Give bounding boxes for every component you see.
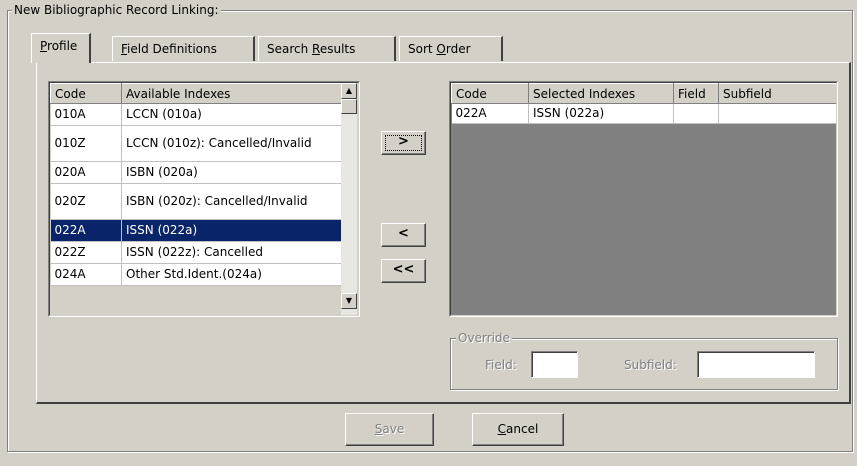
- selected-field-cell: [673, 103, 719, 124]
- index-code: 010Z: [50, 125, 122, 162]
- selected-indexes-list[interactable]: Code Selected Indexes Field Subfield 022…: [449, 81, 838, 317]
- column-header-available-indexes[interactable]: Available Indexes: [121, 83, 342, 104]
- group-title: New Bibliographic Record Linking:: [12, 3, 221, 17]
- index-name: ISSN (022a): [121, 219, 342, 242]
- index-name: LCCN (010a): [121, 103, 342, 126]
- cancel-button[interactable]: Cancel: [472, 413, 564, 446]
- available-indexes-list[interactable]: Code Available Indexes 010A LCCN (010a) 01…: [48, 81, 360, 317]
- list-item[interactable]: 020A ISBN (020a): [50, 161, 342, 184]
- index-name: Other Std.Ident.(024a): [121, 263, 342, 286]
- index-code: 024A: [50, 263, 122, 286]
- column-header-subfield[interactable]: Subfield: [718, 83, 836, 104]
- add-index-button[interactable]: >: [381, 131, 426, 155]
- tab-search-results[interactable]: Search Results: [258, 36, 396, 61]
- list-item[interactable]: 010A LCCN (010a): [50, 103, 342, 126]
- scroll-up-icon[interactable]: ▲: [341, 83, 357, 99]
- override-field-label: Field:: [485, 358, 517, 372]
- selected-indexes-table: Code Selected Indexes Field Subfield 022…: [451, 83, 836, 124]
- index-name: ISBN (020z): Cancelled/Invalid: [121, 183, 342, 220]
- index-code: 022A: [50, 219, 122, 242]
- save-button[interactable]: Save: [345, 413, 434, 446]
- column-header-field[interactable]: Field: [673, 83, 719, 104]
- selected-code-cell: 022A: [451, 103, 529, 124]
- list-item[interactable]: 022Z ISSN (022z): Cancelled: [50, 241, 342, 264]
- tab-sort-order[interactable]: Sort Order: [399, 36, 503, 61]
- index-code: 010A: [50, 103, 122, 126]
- scroll-thumb[interactable]: [341, 99, 357, 114]
- selected-index-cell: ISSN (022a): [528, 103, 674, 124]
- column-header-selected-indexes[interactable]: Selected Indexes: [528, 83, 674, 104]
- index-code: 020Z: [50, 183, 122, 220]
- available-indexes-table: Code Available Indexes 010A LCCN (010a) 01…: [50, 83, 342, 286]
- column-header-code[interactable]: Code: [451, 83, 529, 104]
- list-item[interactable]: 022A ISSN (022a): [50, 219, 342, 242]
- list-item[interactable]: 020Z ISBN (020z): Cancelled/Invalid: [50, 183, 342, 220]
- list-item[interactable]: 010Z LCCN (010z): Cancelled/Invalid: [50, 125, 342, 162]
- index-code: 022Z: [50, 241, 122, 264]
- override-field-input[interactable]: [531, 351, 578, 378]
- remove-all-indexes-button[interactable]: <<: [381, 259, 426, 283]
- override-subfield-label: Subfield:: [624, 358, 677, 372]
- index-name: LCCN (010z): Cancelled/Invalid: [121, 125, 342, 162]
- table-row[interactable]: 022A ISSN (022a): [451, 103, 836, 124]
- column-header-code[interactable]: Code: [50, 83, 122, 104]
- scroll-down-icon[interactable]: ▼: [341, 293, 357, 309]
- tab-profile[interactable]: Profile: [31, 33, 91, 63]
- list-item[interactable]: 024A Other Std.Ident.(024a): [50, 263, 342, 286]
- selected-subfield-cell: [718, 103, 836, 124]
- tab-field-definitions[interactable]: Field Definitions: [112, 36, 255, 61]
- index-code: 020A: [50, 161, 122, 184]
- override-subfield-input[interactable]: [697, 351, 815, 378]
- index-name: ISSN (022z): Cancelled: [121, 241, 342, 264]
- index-name: ISBN (020a): [121, 161, 342, 184]
- override-title: Override: [456, 331, 512, 345]
- remove-index-button[interactable]: <: [381, 223, 426, 247]
- available-list-scrollbar[interactable]: ▲ ▼: [341, 83, 357, 315]
